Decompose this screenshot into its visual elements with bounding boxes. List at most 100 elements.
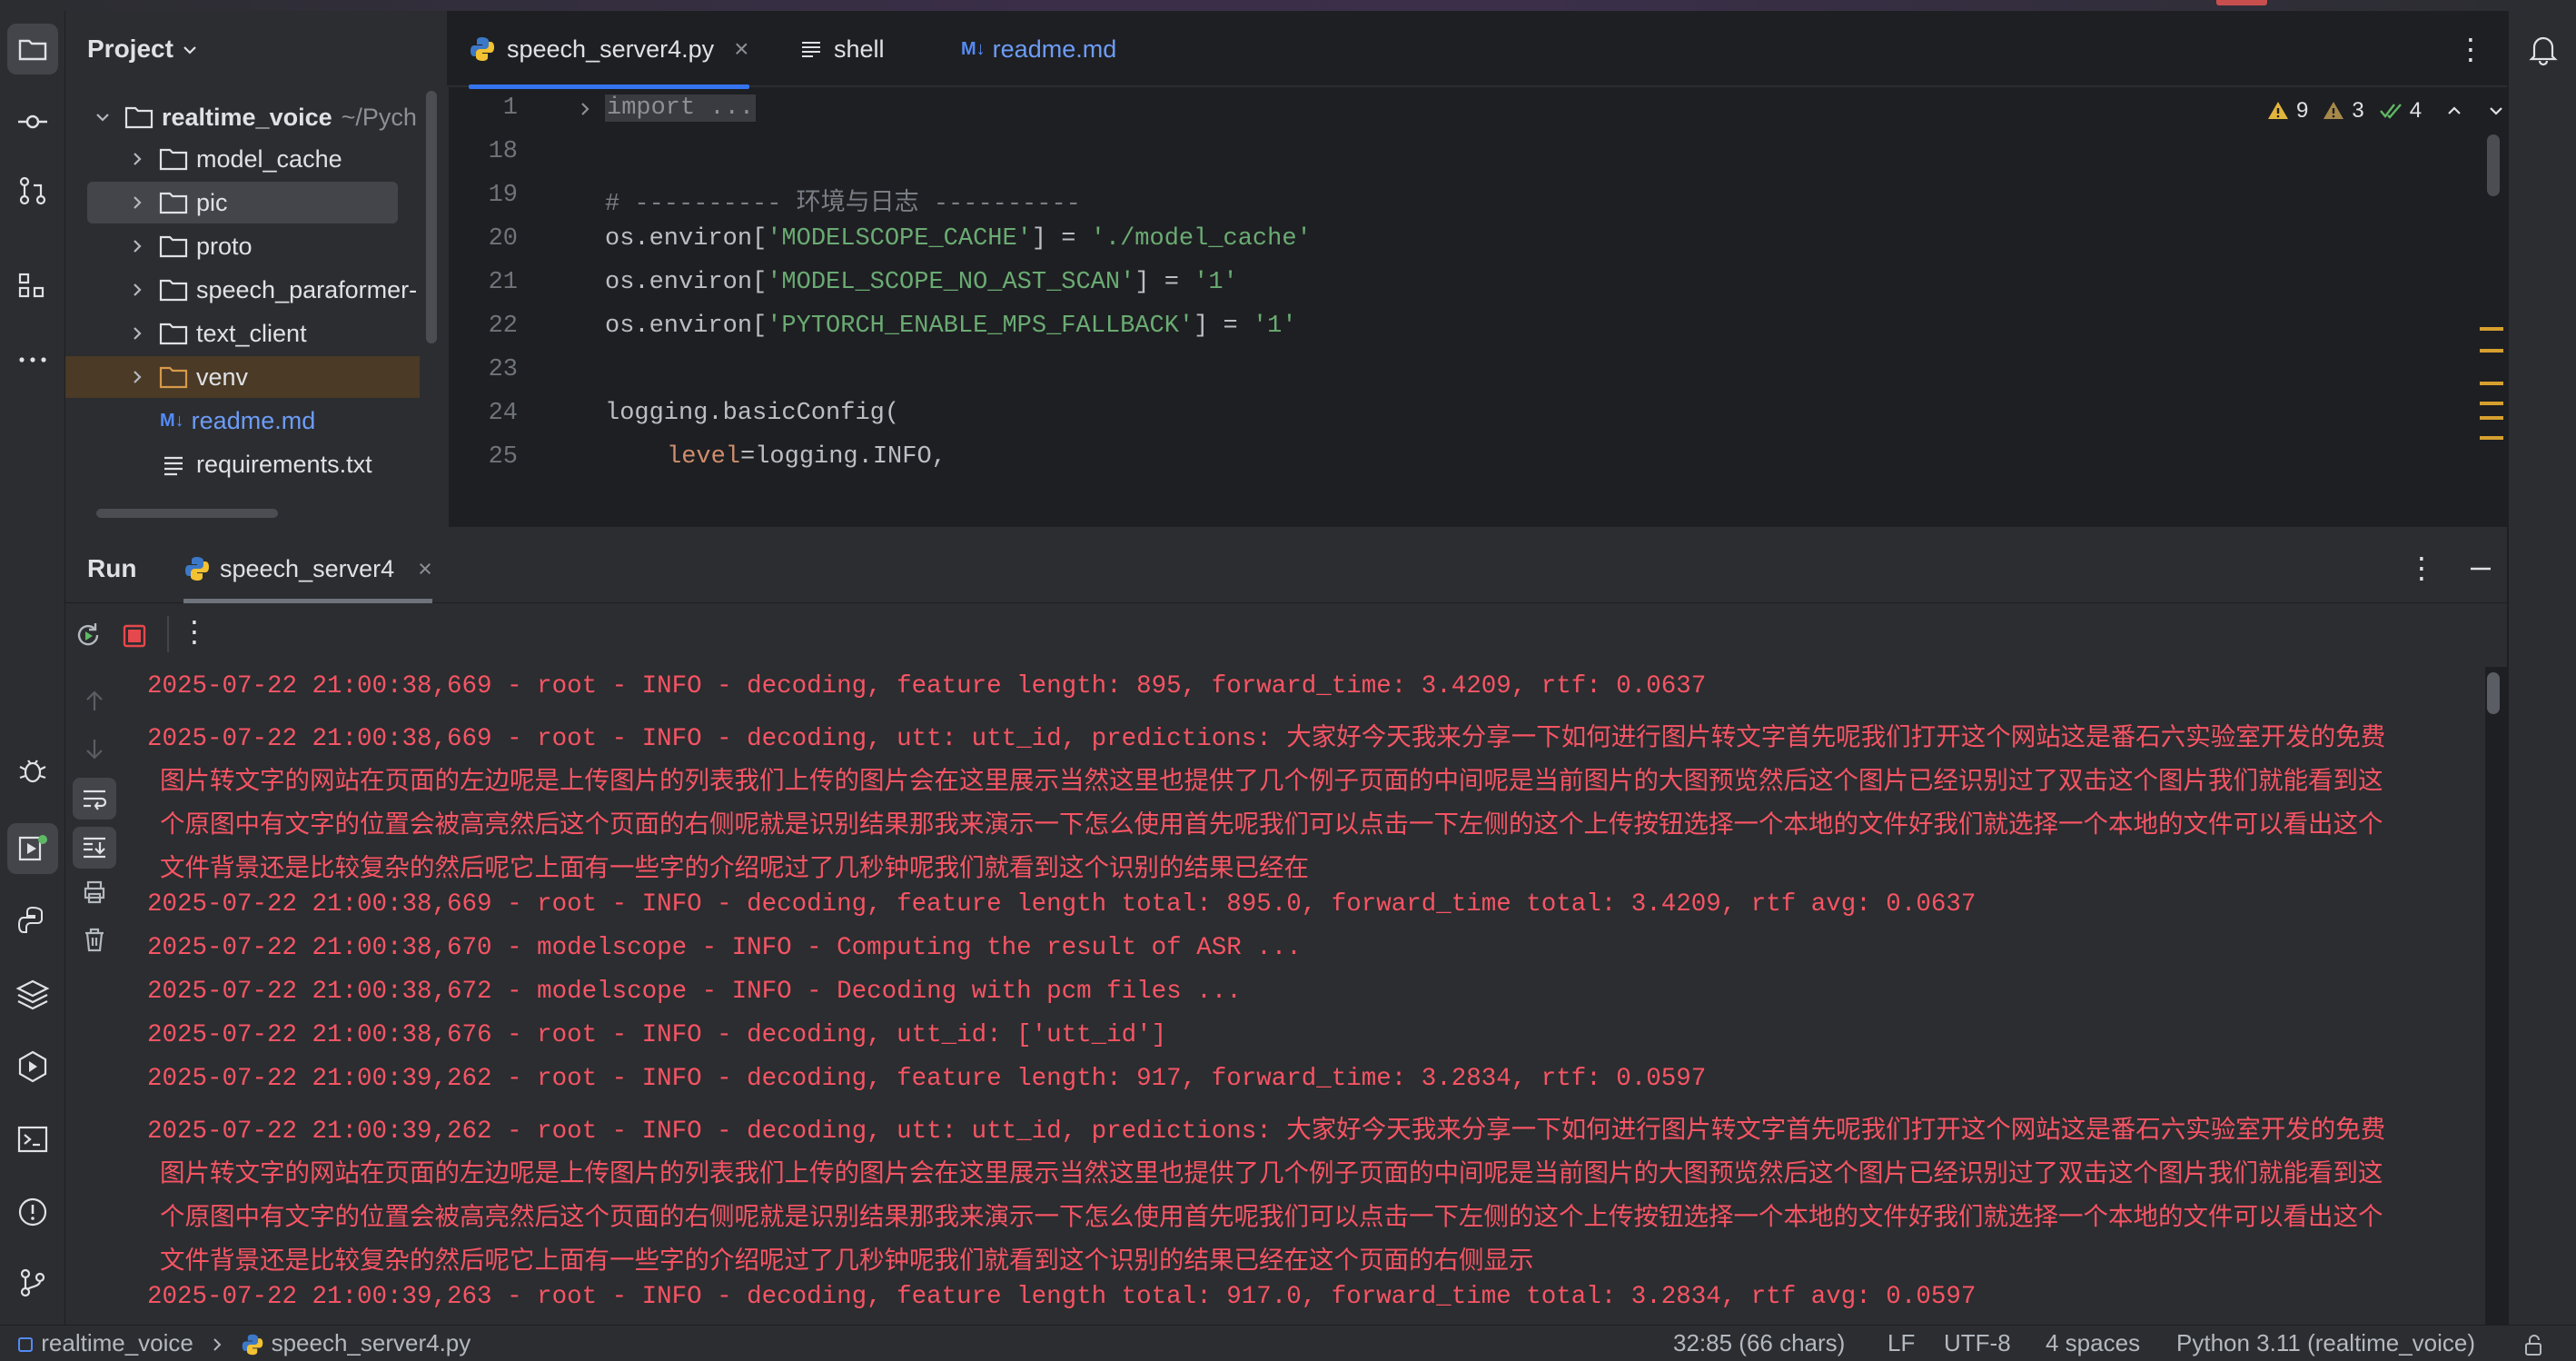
close-icon[interactable]: ×	[734, 35, 748, 64]
tab-label: shell	[834, 35, 885, 63]
status-bar: realtime_voice speech_server4.py 32:85 (…	[0, 1325, 2576, 1361]
project-horizontal-scrollbar[interactable]	[96, 509, 278, 518]
debug-icon[interactable]	[7, 745, 58, 796]
scroll-to-end-toggle[interactable]	[73, 827, 116, 869]
run-tab-speech-server4[interactable]: speech_server4 ×	[183, 534, 432, 603]
console-output[interactable]: 2025-07-22 21:00:38,669 - root - INFO - …	[124, 667, 2485, 1325]
arrow-down-icon[interactable]	[80, 734, 109, 763]
chevron-right-icon[interactable]	[125, 365, 149, 389]
more-tools-icon[interactable]	[7, 334, 58, 385]
tab-shell[interactable]: shell	[799, 11, 885, 87]
project-panel-title[interactable]: Project	[87, 35, 173, 64]
close-icon[interactable]: ×	[418, 555, 432, 583]
notifications-icon[interactable]	[2518, 24, 2569, 75]
python-interpreter[interactable]: Python 3.11 (realtime_voice)	[2176, 1329, 2475, 1357]
code-line-19[interactable]: # ---------- 环境与日志 ----------	[605, 182, 1081, 218]
python-console-icon[interactable]	[7, 896, 58, 947]
minimize-icon[interactable]	[2467, 558, 2494, 580]
problems-icon[interactable]	[7, 1187, 58, 1237]
weak-warning-icon	[2323, 102, 2344, 119]
more-options-icon[interactable]: ⋮	[2407, 551, 2436, 585]
code-line-24[interactable]: logging.basicConfig(	[605, 400, 899, 427]
pull-requests-icon[interactable]	[7, 165, 58, 216]
code-line-21[interactable]: os.environ['MODEL_SCOPE_NO_AST_SCAN'] = …	[605, 269, 1238, 296]
git-icon[interactable]	[7, 1257, 58, 1308]
console-line: 个原图中有文字的位置会被高亮然后这个页面的右侧呢就是识别结果那我来演示一下怎么使…	[160, 812, 2383, 840]
console-line: 2025-07-22 21:00:38,670 - modelscope - I…	[147, 934, 1302, 962]
chevron-right-icon[interactable]	[125, 147, 149, 171]
tree-item-proto[interactable]: proto	[65, 225, 429, 267]
code-line-25[interactable]: level=logging.INFO,	[667, 443, 946, 471]
inspection-widget[interactable]: 9 3 4	[2267, 94, 2507, 127]
chevron-down-icon[interactable]	[178, 38, 202, 62]
tree-item-label: speech_paraformer-	[196, 275, 418, 303]
warning-marker[interactable]	[2480, 402, 2503, 405]
breadcrumb-project[interactable]: realtime_voice	[41, 1329, 193, 1356]
commit-tool-icon[interactable]	[7, 96, 58, 147]
code-line-22[interactable]: os.environ['PYTORCH_ENABLE_MPS_FALLBACK'…	[605, 313, 1297, 340]
chevron-up-icon[interactable]	[2443, 100, 2465, 122]
breadcrumb-file[interactable]: speech_server4.py	[272, 1329, 471, 1356]
lock-icon[interactable]	[2522, 1333, 2547, 1358]
line-separator[interactable]: LF	[1887, 1329, 1915, 1357]
terminal-icon[interactable]	[7, 1114, 58, 1165]
chevron-right-icon[interactable]	[125, 191, 149, 214]
tree-item-readme[interactable]: M↓ readme.md	[65, 400, 429, 442]
trash-icon[interactable]	[80, 925, 109, 954]
tree-root-path: ~/Pych	[341, 103, 417, 131]
chevron-right-icon[interactable]	[125, 322, 149, 345]
editor-scrollbar[interactable]	[2487, 134, 2500, 196]
run-tool-icon[interactable]	[7, 823, 58, 874]
project-tool-icon[interactable]	[7, 24, 58, 75]
tree-item-text-client[interactable]: text_client	[65, 313, 429, 354]
chevron-down-icon[interactable]	[91, 105, 114, 129]
rerun-icon[interactable]	[73, 620, 104, 651]
console-line: 2025-07-22 21:00:38,669 - root - INFO - …	[147, 672, 1707, 700]
print-icon[interactable]	[80, 878, 109, 907]
code-line-1[interactable]: import ...	[605, 94, 757, 122]
caret-position[interactable]: 32:85 (66 chars)	[1673, 1329, 1845, 1357]
tree-item-requirements[interactable]: requirements.txt	[65, 443, 429, 485]
code-token: ] =	[1031, 225, 1091, 253]
chevron-right-icon[interactable]	[125, 234, 149, 258]
tab-speech-server4[interactable]: speech_server4.py ×	[469, 11, 749, 89]
services-icon[interactable]	[7, 1041, 58, 1092]
warning-marker[interactable]	[2480, 327, 2503, 331]
line-number: 25	[488, 443, 518, 471]
run-panel-title: Run	[87, 554, 137, 582]
project-scrollbar[interactable]	[426, 91, 437, 343]
layers-icon[interactable]	[7, 969, 58, 1019]
more-options-icon[interactable]: ⋮	[180, 614, 209, 649]
chevron-down-icon[interactable]	[2485, 100, 2507, 122]
tree-item-model-cache[interactable]: model_cache	[65, 138, 429, 180]
code-line-20[interactable]: os.environ['MODELSCOPE_CACHE'] = './mode…	[605, 225, 1312, 253]
tree-item-label: model_cache	[196, 144, 342, 173]
warning-marker[interactable]	[2480, 382, 2503, 385]
tree-item-pic[interactable]: pic	[87, 182, 398, 224]
file-encoding[interactable]: UTF-8	[1944, 1329, 2011, 1357]
warning-marker[interactable]	[2480, 416, 2503, 420]
warning-marker[interactable]	[2480, 349, 2503, 353]
stop-icon[interactable]	[122, 623, 147, 649]
code-token: ] =	[1194, 313, 1253, 340]
tree-item-venv[interactable]: venv	[65, 356, 420, 398]
editor-tab-bar: speech_server4.py × shell M↓ readme.md	[447, 11, 2507, 89]
folded-imports[interactable]: import ...	[605, 94, 757, 122]
code-string: './model_cache'	[1090, 225, 1312, 253]
warning-marker[interactable]	[2480, 436, 2503, 440]
chevron-right-icon[interactable]	[125, 278, 149, 302]
tree-item-speech-paraformer[interactable]: speech_paraformer-	[65, 269, 429, 311]
fold-expand-icon[interactable]	[574, 98, 596, 120]
arrow-up-icon[interactable]	[80, 687, 109, 716]
panel-splitter[interactable]	[65, 527, 2507, 534]
tab-readme[interactable]: M↓ readme.md	[961, 11, 1116, 87]
tab-label: readme.md	[992, 35, 1117, 63]
structure-tool-icon[interactable]	[7, 260, 58, 311]
more-options-icon[interactable]: ⋮	[2452, 33, 2489, 69]
double-check-icon	[2379, 104, 2402, 119]
soft-wrap-toggle[interactable]	[73, 778, 116, 820]
indent-setting[interactable]: 4 spaces	[2046, 1329, 2140, 1357]
console-scrollbar[interactable]	[2487, 672, 2500, 714]
toolbar-divider	[167, 616, 169, 652]
tree-root[interactable]: realtime_voice ~/Pych	[65, 96, 429, 138]
